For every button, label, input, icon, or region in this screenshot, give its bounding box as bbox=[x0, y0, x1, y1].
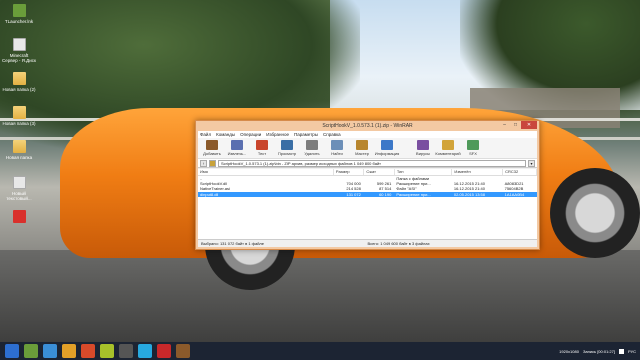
toolbar: Добавить Извлечь... Тест Просмотр Удалит… bbox=[198, 138, 537, 159]
status-total: Всего: 1 049 600 байт в 3 файлах bbox=[367, 241, 430, 246]
file-list: Имя Размер Сжат Тип Изменён CRC32 .. Пап… bbox=[198, 169, 537, 239]
text-file-icon bbox=[12, 176, 26, 189]
folder-icon[interactable] bbox=[62, 344, 76, 358]
desktop-icon-folder[interactable]: Новая папка bbox=[2, 140, 36, 160]
menu-options[interactable]: Параметры bbox=[294, 132, 318, 137]
comment-button[interactable]: Комментарий bbox=[435, 140, 461, 156]
record-icon[interactable] bbox=[157, 344, 171, 358]
comment-icon bbox=[442, 140, 454, 150]
pc-icon[interactable] bbox=[119, 344, 133, 358]
view-button[interactable]: Просмотр bbox=[276, 140, 298, 156]
taskbar: 1920x1080 Запись [00:01:27] РУС bbox=[0, 342, 640, 360]
wallpaper-wheel bbox=[550, 168, 640, 258]
sfx-icon bbox=[467, 140, 479, 150]
explorer-icon[interactable] bbox=[43, 344, 57, 358]
resolution-label: 1920x1080 bbox=[559, 348, 579, 354]
menu-file[interactable]: Файл bbox=[200, 132, 211, 137]
test-button[interactable]: Тест bbox=[251, 140, 273, 156]
close-button[interactable]: ✕ bbox=[521, 121, 537, 129]
find-button[interactable]: Найти bbox=[326, 140, 348, 156]
maximize-button[interactable]: □ bbox=[510, 121, 521, 129]
archive-icon bbox=[209, 159, 216, 167]
recording-timer: Запись [00:01:27] bbox=[582, 348, 615, 354]
menu-help[interactable]: Справка bbox=[323, 132, 341, 137]
wizard-button[interactable]: Мастер bbox=[351, 140, 373, 156]
delete-icon bbox=[306, 140, 318, 150]
info-icon bbox=[381, 140, 393, 150]
document-icon bbox=[12, 38, 26, 51]
system-tray: 1920x1080 Запись [00:01:27] РУС bbox=[559, 348, 640, 354]
add-button[interactable]: Добавить bbox=[201, 140, 223, 156]
up-folder-button[interactable]: ↑ bbox=[200, 159, 207, 167]
find-icon bbox=[331, 140, 343, 150]
menu-commands[interactable]: Команды bbox=[216, 132, 235, 137]
sfx-button[interactable]: SFX bbox=[462, 140, 484, 156]
desktop-icon-folder-3[interactable]: Новая папка (3) bbox=[2, 106, 36, 126]
desktop-icon-folder-2[interactable]: Новая папка (2) bbox=[2, 72, 36, 92]
app-icon[interactable] bbox=[100, 344, 114, 358]
folder-icon bbox=[12, 72, 26, 85]
folder-icon bbox=[12, 106, 26, 119]
extract-icon bbox=[231, 140, 243, 150]
archive-add-icon bbox=[206, 140, 218, 150]
delete-button[interactable]: Удалить bbox=[301, 140, 323, 156]
path-field[interactable]: ScriptHookV_1.0.573.1 (1).zip\bin - ZIP … bbox=[218, 159, 526, 167]
desktop-icon-minecraft-server[interactable]: Minecraft Сервер - Я.Диск bbox=[2, 38, 36, 63]
wallpaper-road bbox=[0, 250, 640, 342]
status-bar: Выбрано: 131 072 байт в 1 файле Всего: 1… bbox=[198, 239, 537, 247]
info-button[interactable]: Информация bbox=[375, 140, 399, 156]
path-bar: ↑ ScriptHookV_1.0.573.1 (1).zip\bin - ZI… bbox=[198, 159, 537, 168]
view-icon bbox=[281, 140, 293, 150]
launcher-icon bbox=[12, 4, 26, 17]
menu-bar: Файл Команды Операции Избранное Параметр… bbox=[198, 131, 537, 138]
winrar-icon[interactable] bbox=[176, 344, 190, 358]
table-row-selected[interactable]: dinput8.dll 131 072 60 190 Расширение пр… bbox=[198, 191, 537, 197]
utorrent-icon[interactable] bbox=[24, 344, 38, 358]
menu-operations[interactable]: Операции bbox=[240, 132, 261, 137]
status-selected: Выбрано: 131 072 байт в 1 файле bbox=[201, 241, 264, 246]
network-icon[interactable] bbox=[618, 348, 624, 354]
menu-favorites[interactable]: Избранное bbox=[266, 132, 289, 137]
start-button[interactable] bbox=[5, 344, 19, 358]
desktop-icon-installer[interactable] bbox=[2, 210, 36, 225]
folder-icon bbox=[12, 140, 26, 153]
browser-icon[interactable] bbox=[81, 344, 95, 358]
winrar-window: ScriptHookV_1.0.573.1 (1).zip - WinRAR –… bbox=[195, 120, 540, 250]
virus-icon bbox=[417, 140, 429, 150]
path-dropdown-button[interactable]: ▾ bbox=[528, 159, 535, 167]
window-title: ScriptHookV_1.0.573.1 (1).zip - WinRAR bbox=[322, 123, 413, 129]
desktop-icon-text[interactable]: Новый текстовый... bbox=[2, 176, 36, 201]
wizard-icon bbox=[356, 140, 368, 150]
virus-scan-button[interactable]: Вирусы bbox=[412, 140, 434, 156]
language-indicator[interactable]: РУС bbox=[628, 349, 636, 354]
desktop-icon-tlauncher[interactable]: TLauncher.lnk bbox=[2, 4, 36, 24]
test-icon bbox=[256, 140, 268, 150]
minimize-button[interactable]: – bbox=[499, 121, 510, 129]
extract-button[interactable]: Извлечь... bbox=[226, 140, 248, 156]
title-bar[interactable]: ScriptHookV_1.0.573.1 (1).zip - WinRAR –… bbox=[196, 121, 539, 131]
skype-icon[interactable] bbox=[138, 344, 152, 358]
download-icon bbox=[12, 210, 26, 223]
